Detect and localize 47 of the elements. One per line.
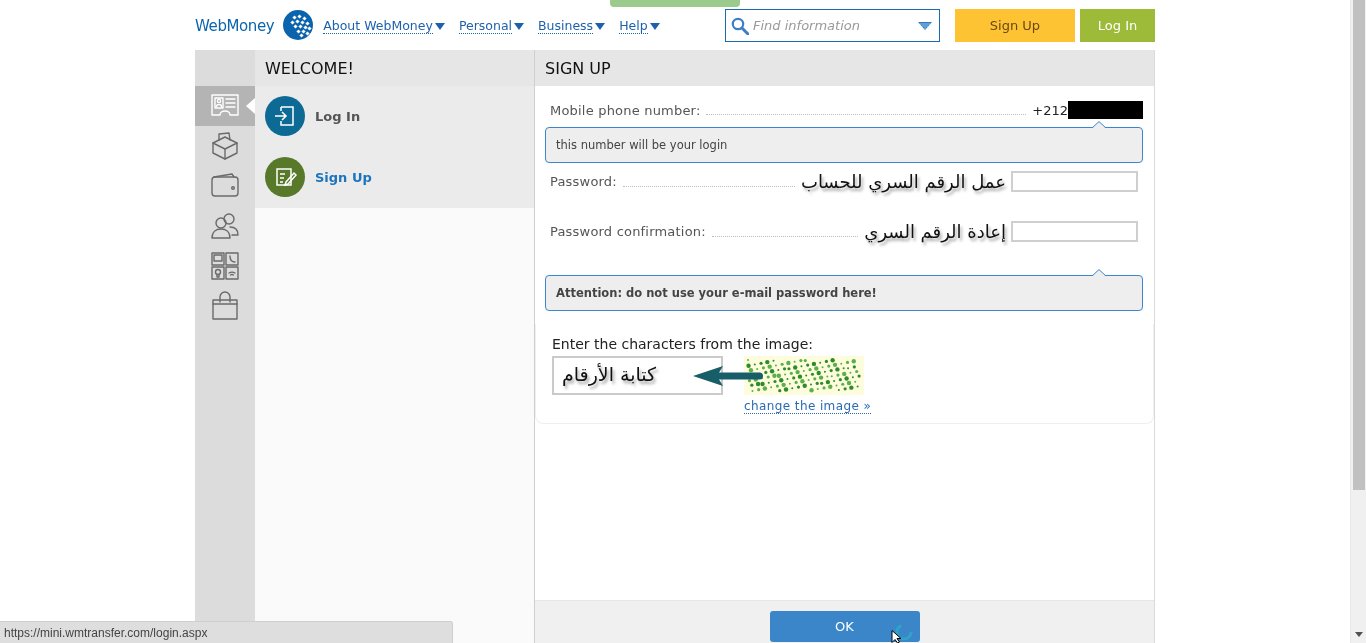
menu-item[interactable]: Log In — [265, 96, 524, 136]
nav-link[interactable]: About WebMoney — [323, 18, 445, 34]
left-arrow-icon — [693, 366, 765, 386]
scroll-down-arrow-icon[interactable] — [1354, 632, 1363, 637]
change-image-link[interactable]: change the image » — [744, 400, 872, 414]
search-icon — [731, 16, 749, 35]
nav-link[interactable]: Personal — [458, 18, 524, 34]
password-input[interactable] — [1011, 220, 1138, 242]
search-field[interactable]: Find information — [725, 8, 940, 42]
caret-icon — [434, 22, 445, 30]
hint-message: this number will be your login — [545, 127, 1143, 163]
logo-text: WebMoney — [195, 16, 275, 35]
password-input[interactable] — [1011, 170, 1138, 192]
field-label: Mobile phone number: — [550, 102, 701, 118]
annotation-text: إعادة الرقم السري — [864, 220, 1006, 242]
annotation-text: عمل الرقم السري للحساب — [800, 170, 1006, 192]
sidebar-tab[interactable] — [195, 86, 255, 126]
caret-icon[interactable] — [918, 21, 932, 30]
sign-up-button[interactable]: Sign Up — [955, 8, 1075, 42]
caret-icon — [649, 22, 660, 30]
edit-form-icon — [265, 157, 305, 197]
field-label: Password: — [550, 173, 617, 189]
warning-message: Attention: do not use your e-mail password here! — [545, 275, 1143, 311]
scrollbar-thumb[interactable] — [1352, 0, 1365, 490]
nav-link[interactable]: Help — [619, 18, 660, 34]
caret-icon — [514, 22, 524, 30]
ok-button[interactable]: OK — [769, 611, 920, 642]
mouse-cursor-icon — [891, 630, 903, 643]
captcha-input[interactable] — [552, 356, 723, 395]
annotation-text: كتابة الأرقام — [562, 363, 656, 385]
loading-spinner-icon — [894, 622, 914, 642]
phone-number: +212 — [1032, 102, 1068, 118]
login-icon — [265, 96, 305, 136]
scrollbar[interactable] — [1350, 0, 1366, 643]
box-icon — [210, 131, 240, 161]
globe-logo-icon — [283, 10, 314, 40]
field-label: Password confirmation: — [550, 223, 706, 239]
people-icon — [210, 211, 240, 241]
captcha-label: Enter the characters from the image: — [552, 336, 815, 352]
menu-item[interactable]: Sign Up — [265, 157, 524, 197]
caret-icon — [595, 22, 606, 30]
panel-title: WELCOME! — [265, 58, 354, 78]
nav-link[interactable]: Business — [538, 18, 606, 34]
status-bar-url: https://mini.wmtransfer.com/login.aspx — [0, 621, 453, 643]
panel-title: SIGN UP — [545, 58, 611, 78]
shopping-bag-icon — [210, 291, 240, 321]
devices-grid-icon — [210, 251, 240, 281]
